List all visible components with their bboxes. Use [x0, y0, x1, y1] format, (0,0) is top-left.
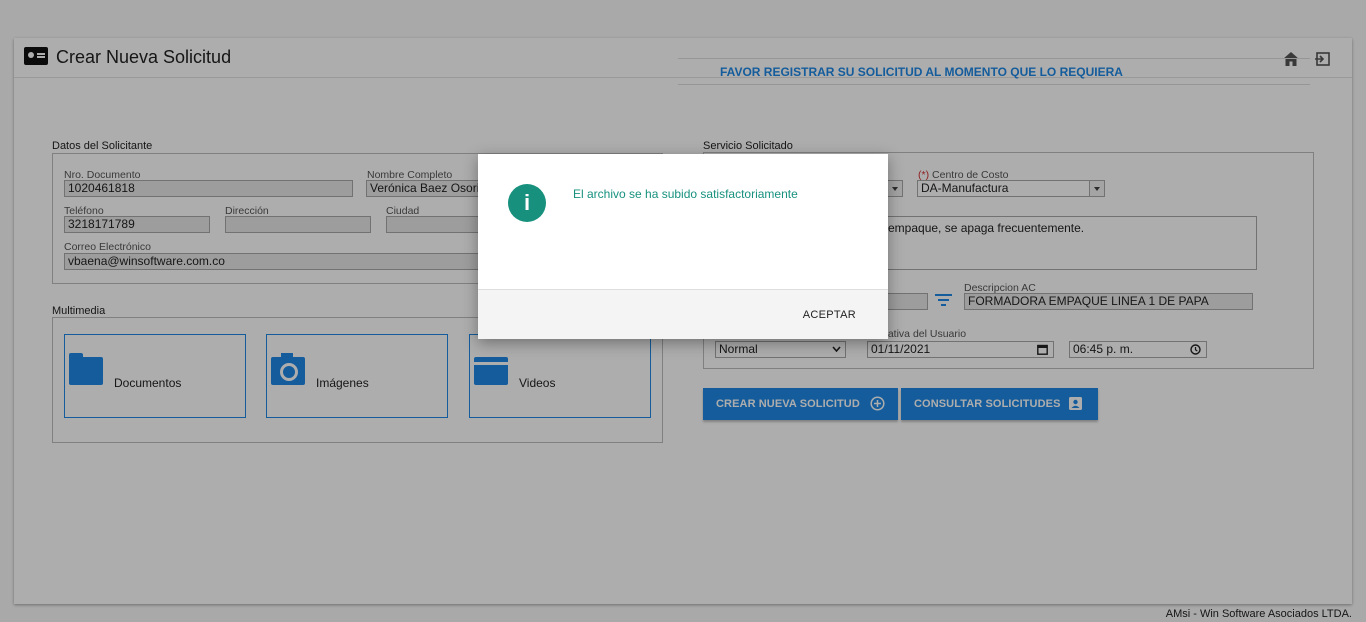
accept-button[interactable]: ACEPTAR [803, 309, 856, 321]
upload-success-dialog: i El archivo se ha subido satisfactoriam… [478, 154, 888, 339]
dialog-message: El archivo se ha subido satisfactoriamen… [573, 187, 798, 201]
info-icon: i [508, 184, 546, 222]
dialog-footer: ACEPTAR [478, 289, 888, 339]
